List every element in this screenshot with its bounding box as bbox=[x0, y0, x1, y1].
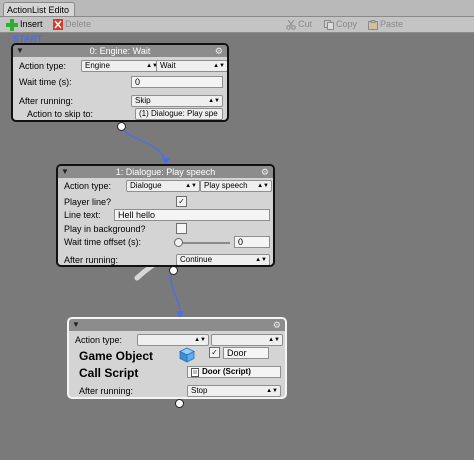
dropdown-arrow-icon: ▲▼ bbox=[194, 337, 206, 343]
node-1-output-socket[interactable] bbox=[169, 266, 178, 275]
triangle-down-icon[interactable]: ▼ bbox=[61, 166, 69, 178]
node-header[interactable]: ▼ 0: Engine: Wait ⚙ bbox=[13, 45, 227, 57]
action-to-skip-dropdown[interactable]: (1) Dialogue: Play spe bbox=[135, 108, 223, 120]
cube-icon bbox=[179, 347, 195, 363]
action-type-dropdown[interactable]: Wait ▲▼ bbox=[156, 60, 227, 72]
action-node-dialogue-play-speech[interactable]: ▼ 1: Dialogue: Play speech ⚙ Action type… bbox=[56, 164, 275, 267]
game-object-label: Game Object bbox=[79, 349, 154, 363]
dropdown-arrow-icon: ▲▼ bbox=[208, 98, 220, 104]
wait-time-field[interactable]: 0 bbox=[131, 76, 223, 88]
link-1-2 bbox=[170, 267, 181, 316]
after-running-dropdown[interactable]: Continue ▲▼ bbox=[176, 254, 270, 265]
action-category-value: Engine bbox=[85, 61, 110, 70]
action-type-dropdown[interactable]: ▲▼ bbox=[211, 334, 283, 346]
wait-offset-label: Wait time offset (s): bbox=[64, 237, 142, 247]
node-0-output-socket[interactable] bbox=[117, 122, 126, 131]
action-category-value: Dialogue bbox=[130, 181, 162, 190]
gear-icon[interactable]: ⚙ bbox=[273, 319, 281, 331]
node-title: 0: Engine: Wait bbox=[89, 46, 151, 56]
after-running-label: After running: bbox=[64, 255, 119, 265]
dropdown-arrow-icon: ▲▼ bbox=[257, 183, 269, 189]
dropdown-arrow-icon: ▲▼ bbox=[268, 337, 280, 343]
game-object-checkbox[interactable]: ✓ bbox=[209, 347, 220, 358]
after-running-value: Skip bbox=[135, 96, 151, 105]
after-running-value: Continue bbox=[180, 255, 213, 264]
after-running-dropdown[interactable]: Stop ▲▼ bbox=[187, 385, 281, 397]
triangle-down-icon[interactable]: ▼ bbox=[72, 319, 80, 331]
after-running-label: After running: bbox=[19, 96, 74, 106]
script-icon bbox=[191, 367, 199, 377]
call-script-field[interactable]: Door (Script) bbox=[187, 366, 281, 378]
action-node-call-script[interactable]: ▼ ⚙ Action type: ▲▼ ▲▼ Game Object ✓ Doo… bbox=[67, 317, 287, 399]
action-to-skip-label: Action to skip to: bbox=[27, 109, 94, 119]
action-type-label: Action type: bbox=[19, 61, 67, 71]
action-type-value: Play speech bbox=[204, 181, 248, 190]
line-text-label: Line text: bbox=[64, 210, 101, 220]
link-0-1 bbox=[120, 125, 167, 164]
after-running-dropdown[interactable]: Skip ▲▼ bbox=[131, 95, 223, 107]
action-category-dropdown[interactable]: Engine ▲▼ bbox=[81, 60, 161, 72]
action-type-label: Action type: bbox=[75, 335, 123, 345]
action-node-engine-wait[interactable]: ▼ 0: Engine: Wait ⚙ Action type: Engine ▲… bbox=[11, 43, 229, 122]
dropdown-arrow-icon: ▲▼ bbox=[185, 183, 197, 189]
player-line-checkbox[interactable]: ✓ bbox=[176, 196, 187, 207]
triangle-down-icon[interactable]: ▼ bbox=[16, 45, 24, 57]
play-background-label: Play in background? bbox=[64, 224, 146, 234]
node-title: 1: Dialogue: Play speech bbox=[115, 167, 216, 177]
wait-offset-slider-handle[interactable] bbox=[174, 238, 183, 247]
node-2-output-socket[interactable] bbox=[175, 399, 184, 408]
after-running-label: After running: bbox=[79, 386, 134, 396]
action-type-dropdown[interactable]: Play speech ▲▼ bbox=[200, 180, 272, 192]
call-script-label: Call Script bbox=[79, 366, 139, 380]
wait-time-label: Wait time (s): bbox=[19, 77, 72, 87]
wait-offset-field[interactable]: 0 bbox=[234, 236, 270, 248]
action-category-dropdown[interactable]: ▲▼ bbox=[137, 334, 209, 346]
wait-offset-slider-track[interactable] bbox=[176, 242, 230, 244]
play-background-checkbox[interactable] bbox=[176, 223, 187, 234]
dropdown-arrow-icon: ▲▼ bbox=[255, 257, 267, 263]
gear-icon[interactable]: ⚙ bbox=[261, 166, 269, 178]
call-script-value: Door (Script) bbox=[202, 367, 251, 376]
line-text-field[interactable]: Hell hello bbox=[114, 209, 270, 221]
after-running-value: Stop bbox=[191, 386, 208, 395]
player-line-label: Player line? bbox=[64, 197, 112, 207]
dropdown-arrow-icon: ▲▼ bbox=[213, 63, 225, 69]
action-type-label: Action type: bbox=[64, 181, 112, 191]
dropdown-arrow-icon: ▲▼ bbox=[266, 388, 278, 394]
action-to-skip-value: (1) Dialogue: Play spe bbox=[139, 109, 218, 118]
gear-icon[interactable]: ⚙ bbox=[215, 45, 223, 57]
node-header[interactable]: ▼ ⚙ bbox=[69, 319, 285, 331]
action-category-dropdown[interactable]: Dialogue ▲▼ bbox=[126, 180, 200, 192]
action-type-value: Wait bbox=[160, 61, 176, 70]
node-header[interactable]: ▼ 1: Dialogue: Play speech ⚙ bbox=[58, 166, 273, 178]
game-object-field[interactable]: Door bbox=[223, 347, 269, 359]
